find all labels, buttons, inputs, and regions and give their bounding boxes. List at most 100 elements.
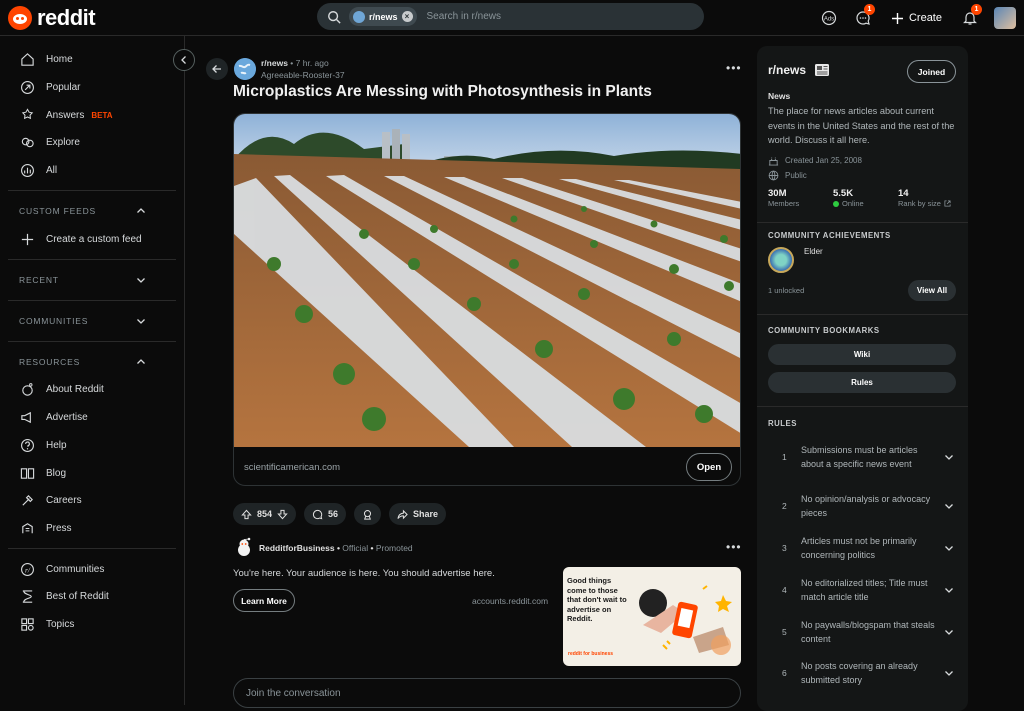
rule-item[interactable]: 1 Submissions must be articles about a s… bbox=[768, 436, 960, 478]
open-link-button[interactable]: Open bbox=[686, 453, 732, 481]
promo-domain[interactable]: accounts.reddit.com bbox=[472, 596, 548, 606]
rank-stat[interactable]: 14 Rank by size bbox=[898, 188, 963, 208]
sidebar-item-topics[interactable]: Topics bbox=[0, 611, 184, 639]
rule-item[interactable]: 3 Articles must not be primarily concern… bbox=[768, 527, 960, 569]
post-author[interactable]: Agreeable-Rooster-37 bbox=[261, 70, 345, 80]
downvote-icon[interactable] bbox=[277, 509, 288, 520]
post-more-options[interactable]: ••• bbox=[726, 61, 742, 75]
reddit-snoo-icon bbox=[8, 6, 32, 30]
community-title: News bbox=[768, 91, 791, 101]
communities-icon: r/ bbox=[21, 562, 34, 576]
achievement-name: Elder bbox=[804, 247, 823, 256]
sidebar-item-explore[interactable]: Explore bbox=[0, 129, 184, 157]
sidebar-item-all[interactable]: All bbox=[0, 157, 184, 185]
promo-author: RedditforBusiness • Official • Promoted bbox=[259, 543, 413, 553]
search-bar[interactable]: r/news × bbox=[317, 3, 704, 30]
share-button[interactable]: Share bbox=[389, 503, 447, 525]
chevron-down-icon bbox=[137, 278, 145, 284]
sidebar-item-label: Home bbox=[46, 54, 73, 66]
subreddit-search-chip[interactable]: r/news × bbox=[349, 7, 417, 26]
clear-chip-icon[interactable]: × bbox=[401, 11, 413, 22]
upvote-icon[interactable] bbox=[241, 509, 252, 520]
sidebar-item-best-of-reddit[interactable]: Best of Reddit bbox=[0, 583, 184, 611]
create-custom-feed[interactable]: Create a custom feed bbox=[0, 225, 184, 253]
about-icon bbox=[22, 383, 33, 397]
communities-header[interactable]: COMMUNITIES bbox=[0, 307, 184, 335]
rank-value: 14 bbox=[898, 188, 909, 199]
resources-header[interactable]: RESOURCES bbox=[0, 348, 184, 376]
promo-name[interactable]: RedditforBusiness bbox=[259, 543, 335, 553]
top-bar: reddit r/news × Ads 1 Create 1 bbox=[0, 0, 1024, 36]
rule-number: 3 bbox=[782, 543, 787, 553]
recent-header[interactable]: RECENT bbox=[0, 266, 184, 294]
subreddit-link[interactable]: r/news bbox=[261, 58, 288, 68]
award-button[interactable] bbox=[354, 503, 382, 525]
learn-more-button[interactable]: Learn More bbox=[233, 589, 295, 612]
chevron-up-icon bbox=[137, 208, 145, 214]
divider bbox=[8, 341, 176, 343]
sidebar-item-help[interactable]: Help bbox=[0, 432, 184, 460]
search-input[interactable] bbox=[426, 11, 627, 22]
plus-icon bbox=[21, 233, 34, 245]
comments-button[interactable]: 56 bbox=[304, 503, 347, 525]
joined-button[interactable]: Joined bbox=[907, 60, 956, 83]
user-avatar[interactable] bbox=[994, 7, 1016, 29]
post-time: 7 hr. ago bbox=[295, 58, 329, 68]
back-button[interactable] bbox=[206, 58, 228, 80]
create-button[interactable]: Create bbox=[883, 4, 950, 32]
community-name[interactable]: r/news bbox=[768, 63, 806, 77]
comment-count: 56 bbox=[328, 509, 339, 519]
chat-button[interactable]: 1 bbox=[849, 4, 877, 32]
sidebar-item-label: Best of Reddit bbox=[46, 591, 109, 603]
rule-item[interactable]: 5 No paywalls/blogspam that steals conte… bbox=[768, 611, 960, 653]
sidebar-item-popular[interactable]: Popular bbox=[0, 74, 184, 102]
chevron-down-icon bbox=[945, 546, 953, 551]
sidebar-item-communities[interactable]: r/ Communities bbox=[0, 555, 184, 583]
custom-feeds-header[interactable]: CUSTOM FEEDS bbox=[0, 197, 184, 225]
rules-header: RULES bbox=[768, 419, 797, 428]
notification-badge: 1 bbox=[971, 4, 982, 15]
community-created: Created Jan 25, 2008 bbox=[768, 155, 862, 166]
popular-icon bbox=[21, 81, 34, 95]
sidebar-item-careers[interactable]: Careers bbox=[0, 487, 184, 515]
rule-expand bbox=[941, 501, 957, 511]
rule-text: No editorialized titles; Title must matc… bbox=[801, 578, 928, 602]
rule-item[interactable]: 4 No editorialized titles; Title must ma… bbox=[768, 569, 960, 611]
section-label: RECENT bbox=[19, 275, 59, 286]
advertise-button[interactable]: Ads bbox=[815, 4, 843, 32]
reddit-logo[interactable]: reddit bbox=[8, 5, 96, 31]
wiki-bookmark-button[interactable]: Wiki bbox=[768, 344, 956, 365]
external-link-icon bbox=[944, 200, 951, 207]
sidebar-item-home[interactable]: Home bbox=[0, 46, 184, 74]
promo-more-options[interactable]: ••• bbox=[726, 540, 742, 554]
community-header: r/news bbox=[768, 63, 830, 77]
sidebar-item-blog[interactable]: Blog bbox=[0, 459, 184, 487]
rules-bookmark-button[interactable]: Rules bbox=[768, 372, 956, 393]
link-domain[interactable]: scientificamerican.com bbox=[244, 462, 340, 473]
sidebar-item-advertise[interactable]: Advertise bbox=[0, 404, 184, 432]
rule-text: No opinion/analysis or advocacy pieces bbox=[801, 494, 931, 518]
notifications-button[interactable]: 1 bbox=[956, 4, 984, 32]
sidebar-item-about[interactable]: About Reddit bbox=[0, 376, 184, 404]
sidebar-item-answers[interactable]: Answers BETA bbox=[0, 101, 184, 129]
subreddit-globe-icon bbox=[353, 10, 365, 23]
vote-count: 854 bbox=[257, 509, 273, 519]
reddit-for-business-avatar[interactable] bbox=[233, 536, 255, 558]
rule-item[interactable]: 6 No posts covering an already submitted… bbox=[768, 652, 960, 694]
chevron-down-icon bbox=[945, 630, 953, 635]
post-link-card[interactable]: scientificamerican.com Open bbox=[233, 113, 741, 486]
comment-input[interactable]: Join the conversation bbox=[233, 678, 741, 708]
promo-image[interactable]: Good things come to those that don't wai… bbox=[563, 567, 741, 666]
bookmarks-header: COMMUNITY BOOKMARKS bbox=[768, 326, 880, 335]
sidebar-item-label: Topics bbox=[46, 618, 75, 630]
view-all-button[interactable]: View All bbox=[908, 280, 956, 301]
sidebar-item-label: Communities bbox=[46, 563, 105, 575]
subreddit-avatar[interactable] bbox=[234, 58, 256, 80]
sidebar-item-press[interactable]: Press bbox=[0, 515, 184, 543]
search-icon bbox=[328, 10, 341, 24]
collapse-sidebar-button[interactable] bbox=[173, 49, 195, 71]
elder-achievement-icon[interactable] bbox=[768, 247, 794, 273]
rule-item[interactable]: 2 No opinion/analysis or advocacy pieces bbox=[768, 485, 960, 527]
cake-icon bbox=[768, 157, 779, 166]
arrow-left-icon bbox=[212, 65, 221, 73]
